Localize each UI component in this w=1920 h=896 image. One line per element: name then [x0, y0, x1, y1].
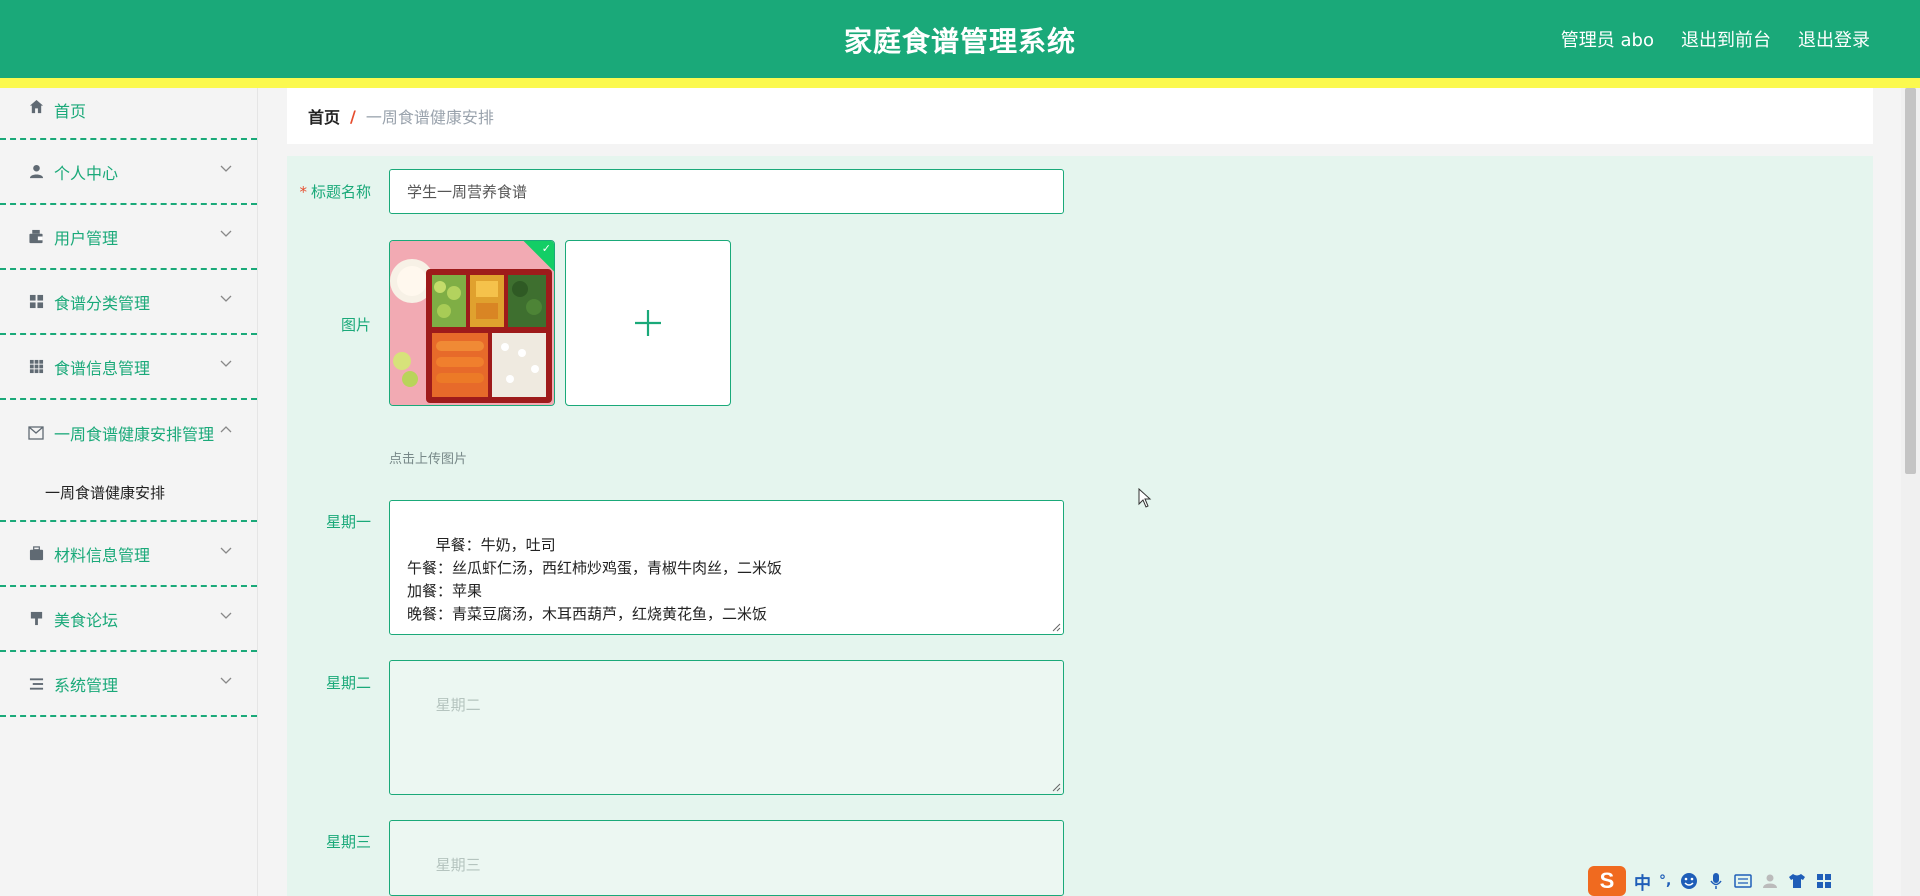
toolbox-grid-icon[interactable]	[1814, 872, 1833, 891]
wallet-icon	[28, 229, 44, 245]
monday-label: 星期一	[325, 513, 371, 531]
check-icon: ✓	[541, 242, 551, 255]
upload-hint: 点击上传图片	[389, 452, 468, 467]
top-header: 家庭食谱管理系统 管理员 abo 退出到前台 退出登录	[0, 0, 1920, 88]
chevron-down-icon	[220, 612, 232, 619]
required-mark: *	[299, 183, 307, 201]
sidebar-item-home[interactable]: 首页	[0, 88, 257, 140]
mouse-cursor-icon	[1138, 488, 1152, 508]
resize-handle-icon[interactable]	[1051, 622, 1061, 632]
emoji-icon[interactable]	[1679, 872, 1698, 891]
breadcrumb: 首页 / 一周食谱健康安排	[287, 88, 1873, 144]
sidebar-item-personal-center[interactable]: 个人中心	[0, 140, 257, 205]
scrollbar-thumb[interactable]	[1905, 88, 1916, 474]
sidebar: 首页 个人中心 用户管理 食谱分类管理 食谱信息管理 一周食谱健康安排管理 一周…	[0, 88, 258, 896]
plus-icon	[635, 310, 661, 336]
breadcrumb-current: 一周食谱健康安排	[365, 108, 494, 127]
edit-form: * 标题名称 学生一周营养食谱 图片 ✓ 点击上传图片 星期一 早餐：牛奶，吐司…	[287, 156, 1873, 896]
chevron-down-icon	[220, 677, 232, 684]
sidebar-item-label: 系统管理	[54, 675, 119, 695]
uploaded-image-thumbnail[interactable]: ✓	[389, 240, 555, 406]
sidebar-item-system-management[interactable]: 系统管理	[0, 652, 257, 717]
title-label: * 标题名称	[299, 183, 371, 201]
sidebar-item-user-management[interactable]: 用户管理	[0, 205, 257, 270]
page-scrollbar[interactable]	[1901, 88, 1920, 896]
microphone-icon[interactable]	[1706, 872, 1725, 891]
breadcrumb-home[interactable]: 首页	[308, 104, 340, 128]
sogou-logo-icon[interactable]: S	[1588, 866, 1626, 896]
sidebar-item-weekly-plan[interactable]: 一周食谱健康安排管理	[0, 400, 257, 465]
submenu-weekly-plan[interactable]: 一周食谱健康安排	[0, 465, 257, 522]
user-avatar-icon[interactable]	[1760, 872, 1779, 891]
wednesday-label: 星期三	[325, 833, 371, 851]
header-actions: 管理员 abo 退出到前台 退出登录	[1561, 26, 1870, 52]
user-icon	[28, 164, 44, 180]
brush-icon	[28, 611, 44, 627]
ime-mode-toggle[interactable]: 中	[1634, 869, 1651, 894]
monday-text: 早餐：牛奶，吐司 午餐：丝瓜虾仁汤，西红柿炒鸡蛋，青椒牛肉丝，二米饭 加餐：苹果…	[407, 536, 783, 623]
list-icon	[28, 676, 44, 692]
breadcrumb-separator: /	[350, 106, 356, 126]
sidebar-item-label: 食谱分类管理	[54, 293, 151, 313]
sidebar-item-food-forum[interactable]: 美食论坛	[0, 587, 257, 652]
tuesday-textarea[interactable]: 星期二	[389, 660, 1064, 795]
mail-icon	[28, 425, 44, 441]
ime-toolbar: S 中 °,	[1588, 866, 1868, 896]
title-input[interactable]: 学生一周营养食谱	[389, 169, 1064, 214]
sidebar-item-recipe-info[interactable]: 食谱信息管理	[0, 335, 257, 400]
sidebar-item-label: 食谱信息管理	[54, 358, 151, 378]
ime-punctuation-toggle[interactable]: °,	[1659, 873, 1671, 889]
sidebar-item-label: 用户管理	[54, 228, 119, 248]
tuesday-label: 星期二	[325, 674, 371, 692]
wednesday-placeholder: 星期三	[435, 856, 481, 874]
chevron-up-icon	[220, 426, 232, 433]
keyboard-icon[interactable]	[1733, 872, 1752, 891]
sidebar-item-label: 美食论坛	[54, 610, 119, 630]
bento-lunchbox-image	[390, 241, 554, 405]
image-label: 图片	[340, 316, 371, 334]
home-icon	[28, 98, 44, 114]
grid-icon	[28, 294, 44, 310]
resize-handle-icon[interactable]	[1051, 782, 1061, 792]
admin-user-label[interactable]: 管理员 abo	[1561, 26, 1654, 52]
sidebar-item-label: 材料信息管理	[54, 545, 151, 565]
skin-shirt-icon[interactable]	[1787, 872, 1806, 891]
chevron-down-icon	[220, 230, 232, 237]
exit-to-front-link[interactable]: 退出到前台	[1681, 26, 1771, 52]
sidebar-item-recipe-category[interactable]: 食谱分类管理	[0, 270, 257, 335]
wednesday-textarea[interactable]: 星期三	[389, 820, 1064, 896]
sidebar-item-material-info[interactable]: 材料信息管理	[0, 522, 257, 587]
logout-link[interactable]: 退出登录	[1798, 26, 1870, 52]
chevron-down-icon	[220, 360, 232, 367]
sidebar-item-label: 一周食谱健康安排管理	[54, 424, 215, 444]
sidebar-item-label: 个人中心	[54, 163, 119, 183]
image-upload-button[interactable]	[565, 240, 731, 406]
chevron-down-icon	[220, 295, 232, 302]
main-content: 首页 / 一周食谱健康安排 * 标题名称 学生一周营养食谱 图片 ✓ 点击上传图…	[287, 88, 1873, 896]
apps-icon	[28, 359, 44, 375]
tuesday-placeholder: 星期二	[435, 696, 481, 714]
chevron-down-icon	[220, 547, 232, 554]
sidebar-item-label: 首页	[54, 102, 87, 121]
monday-textarea[interactable]: 早餐：牛奶，吐司 午餐：丝瓜虾仁汤，西红柿炒鸡蛋，青椒牛肉丝，二米饭 加餐：苹果…	[389, 500, 1064, 635]
header-accent-bar	[0, 78, 1920, 88]
chevron-down-icon	[220, 165, 232, 172]
briefcase-icon	[28, 546, 44, 562]
